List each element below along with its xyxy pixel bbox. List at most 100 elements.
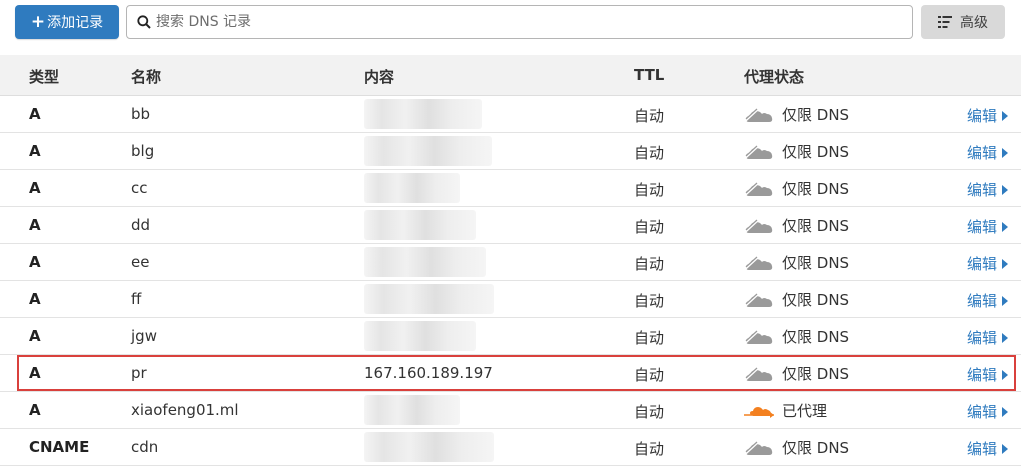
proxy-status: 仅限 DNS xyxy=(744,437,849,458)
table-row[interactable]: A ee 自动 仅限 DNS 编辑 xyxy=(0,244,1021,281)
caret-right-icon xyxy=(1002,295,1009,306)
record-content-redacted xyxy=(364,173,460,203)
table-row[interactable]: A jgw 自动 仅限 DNS 编辑 xyxy=(0,318,1021,355)
record-name: jgw xyxy=(131,327,157,345)
dns-only-cloud-icon xyxy=(744,144,773,159)
proxy-status-label: 仅限 DNS xyxy=(782,291,850,309)
add-record-button[interactable]: + 添加记录 xyxy=(15,5,119,39)
record-type: A xyxy=(29,142,41,160)
caret-right-icon xyxy=(1002,110,1009,121)
plus-icon: + xyxy=(30,11,46,32)
search-icon xyxy=(137,15,151,29)
edit-label: 编辑 xyxy=(967,440,998,458)
edit-link[interactable]: 编辑 xyxy=(967,290,1009,311)
edit-link[interactable]: 编辑 xyxy=(967,401,1009,422)
record-type: A xyxy=(29,290,41,308)
proxy-status-label: 仅限 DNS xyxy=(782,180,850,198)
record-content-redacted xyxy=(364,432,494,462)
table-row[interactable]: A dd 自动 仅限 DNS 编辑 xyxy=(0,207,1021,244)
record-ttl: 自动 xyxy=(634,440,665,458)
record-content: 167.160.189.197 xyxy=(364,364,493,382)
record-ttl: 自动 xyxy=(634,329,665,347)
record-type: A xyxy=(29,401,41,419)
record-content-redacted xyxy=(364,284,494,314)
record-name: ff xyxy=(131,290,142,308)
dns-only-cloud-icon xyxy=(744,107,773,122)
record-name: pr xyxy=(131,364,147,382)
edit-label: 编辑 xyxy=(967,144,998,162)
edit-link[interactable]: 编辑 xyxy=(967,364,1009,385)
record-name: bb xyxy=(131,105,151,123)
record-ttl: 自动 xyxy=(634,218,665,236)
edit-label: 编辑 xyxy=(967,218,998,236)
caret-right-icon xyxy=(1002,332,1009,343)
edit-link[interactable]: 编辑 xyxy=(967,327,1009,348)
record-type: A xyxy=(29,105,41,123)
search-input[interactable] xyxy=(156,14,912,30)
proxy-status: 仅限 DNS xyxy=(744,363,849,384)
list-filter-icon xyxy=(938,16,952,28)
record-ttl: 自动 xyxy=(634,144,665,162)
edit-label: 编辑 xyxy=(967,403,998,421)
table-header: 类型 名称 内容 TTL 代理状态 xyxy=(0,55,1021,96)
advanced-button[interactable]: 高级 xyxy=(921,5,1005,39)
edit-label: 编辑 xyxy=(967,329,998,347)
proxy-status: 仅限 DNS xyxy=(744,326,849,347)
caret-right-icon xyxy=(1002,147,1009,158)
record-ttl: 自动 xyxy=(634,255,665,273)
edit-label: 编辑 xyxy=(967,181,998,199)
dns-only-cloud-icon xyxy=(744,366,773,381)
record-type: A xyxy=(29,364,41,382)
edit-link[interactable]: 编辑 xyxy=(967,105,1009,126)
record-name: dd xyxy=(131,216,151,234)
header-proxy-status[interactable]: 代理状态 xyxy=(744,66,804,87)
edit-label: 编辑 xyxy=(967,255,998,273)
proxy-status-label: 仅限 DNS xyxy=(782,365,850,383)
edit-link[interactable]: 编辑 xyxy=(967,142,1009,163)
header-ttl[interactable]: TTL xyxy=(634,66,664,84)
edit-label: 编辑 xyxy=(967,292,998,310)
table-row[interactable]: A pr 167.160.189.197 自动 仅限 DNS 编辑 xyxy=(0,355,1021,392)
record-ttl: 自动 xyxy=(634,366,665,384)
dns-only-cloud-icon xyxy=(744,181,773,196)
proxy-status-label: 仅限 DNS xyxy=(782,106,850,124)
table-row[interactable]: A bb 自动 仅限 DNS 编辑 xyxy=(0,96,1021,133)
record-content-redacted xyxy=(364,99,482,129)
caret-right-icon xyxy=(1002,221,1009,232)
table-row[interactable]: A xiaofeng01.ml 自动 已代理 编辑 xyxy=(0,392,1021,429)
table-row[interactable]: A blg 自动 仅限 DNS 编辑 xyxy=(0,133,1021,170)
proxy-status-label: 仅限 DNS xyxy=(782,254,850,272)
record-ttl: 自动 xyxy=(634,292,665,310)
record-content-redacted xyxy=(364,247,486,277)
edit-link[interactable]: 编辑 xyxy=(967,253,1009,274)
caret-right-icon xyxy=(1002,258,1009,269)
edit-link[interactable]: 编辑 xyxy=(967,438,1009,459)
table-row[interactable]: A ff 自动 仅限 DNS 编辑 xyxy=(0,281,1021,318)
proxy-status-label: 仅限 DNS xyxy=(782,328,850,346)
caret-right-icon xyxy=(1002,184,1009,195)
table-row[interactable]: CNAME cdn 自动 仅限 DNS 编辑 xyxy=(0,429,1021,466)
dns-records-table: 类型 名称 内容 TTL 代理状态 A bb 自动 仅限 DNS 编辑 A bl… xyxy=(0,55,1021,466)
record-content-redacted xyxy=(364,210,476,240)
record-ttl: 自动 xyxy=(634,107,665,125)
caret-right-icon xyxy=(1002,443,1009,454)
edit-link[interactable]: 编辑 xyxy=(967,216,1009,237)
header-type[interactable]: 类型 xyxy=(29,66,59,87)
edit-link[interactable]: 编辑 xyxy=(967,179,1009,200)
proxy-status: 仅限 DNS xyxy=(744,104,849,125)
record-content-redacted xyxy=(364,395,460,425)
proxy-status: 仅限 DNS xyxy=(744,252,849,273)
proxy-status-label: 仅限 DNS xyxy=(782,439,850,457)
table-row[interactable]: A cc 自动 仅限 DNS 编辑 xyxy=(0,170,1021,207)
proxy-status-label: 仅限 DNS xyxy=(782,143,850,161)
record-name: ee xyxy=(131,253,150,271)
header-name[interactable]: 名称 xyxy=(131,66,161,87)
caret-right-icon xyxy=(1002,369,1009,380)
record-content-redacted xyxy=(364,136,492,166)
search-box[interactable] xyxy=(126,5,913,39)
header-content[interactable]: 内容 xyxy=(364,66,394,87)
record-type: A xyxy=(29,179,41,197)
edit-label: 编辑 xyxy=(967,366,998,384)
edit-label: 编辑 xyxy=(967,107,998,125)
record-name: blg xyxy=(131,142,155,160)
